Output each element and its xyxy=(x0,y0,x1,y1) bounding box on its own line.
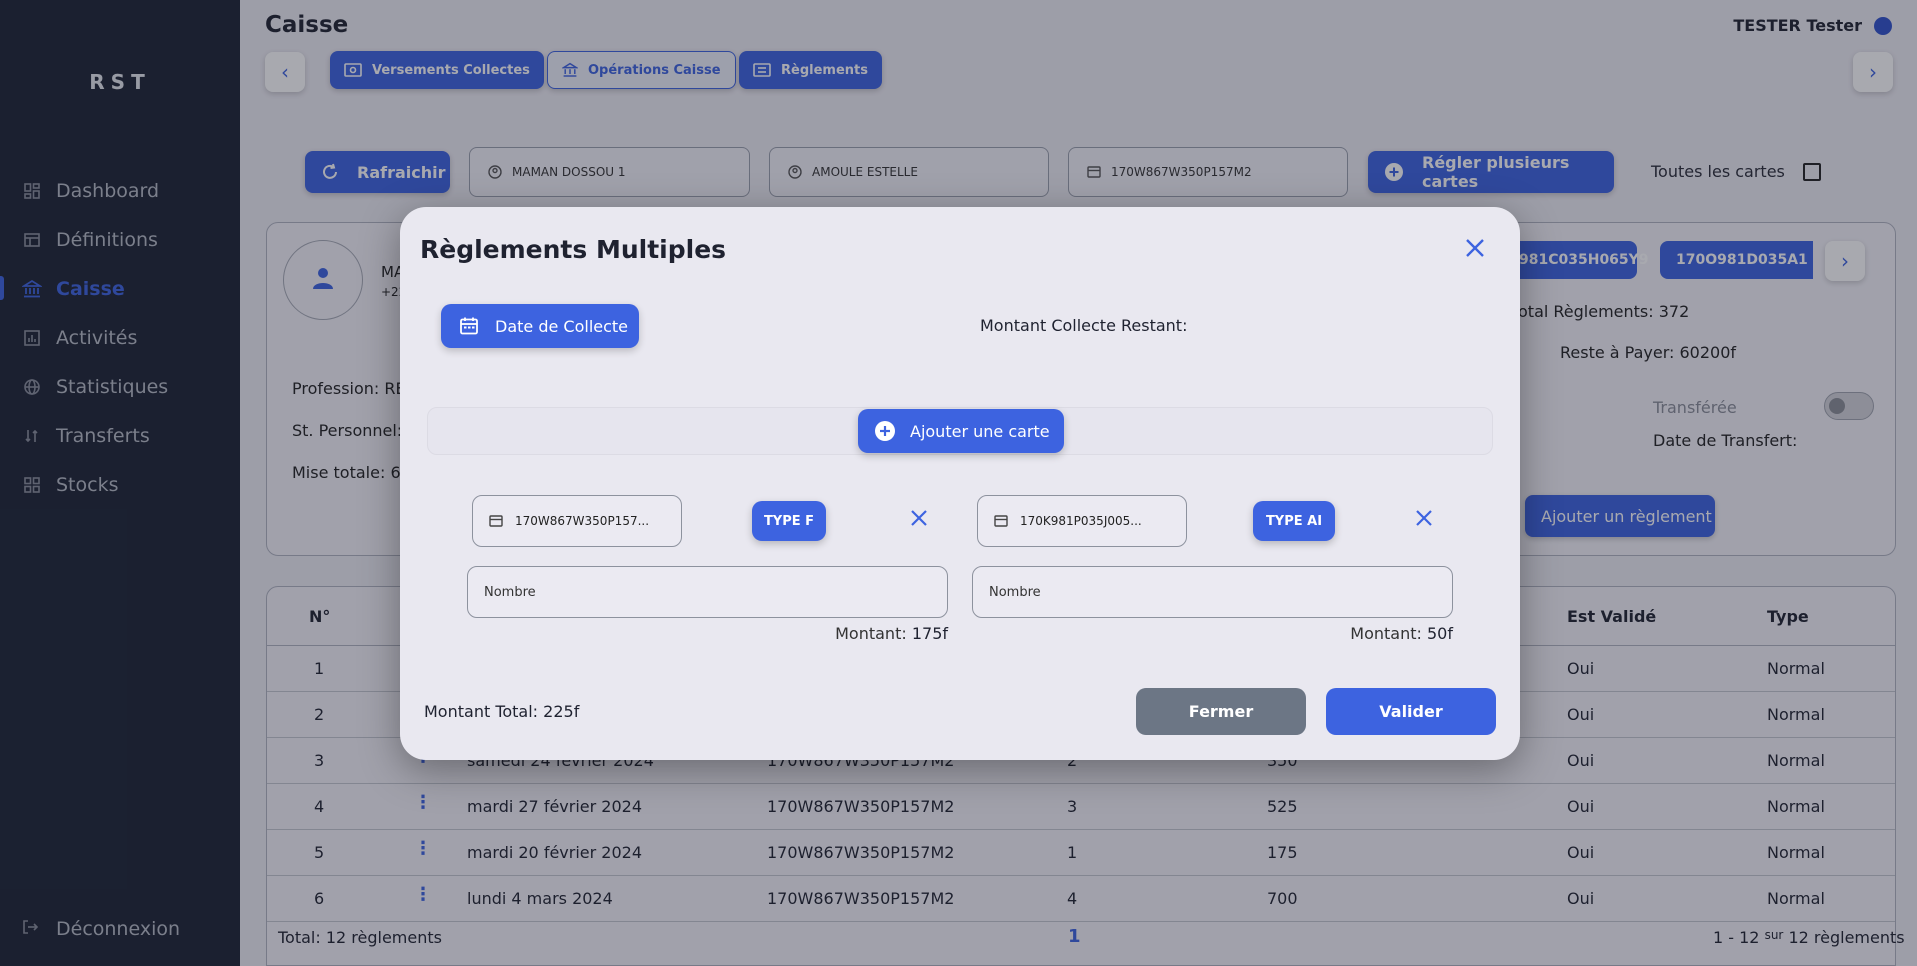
add-card-button[interactable]: Ajouter une carte xyxy=(858,409,1064,453)
montant-row: Montant: 50f xyxy=(1253,624,1453,643)
card-number: 170K981P035J005... xyxy=(1020,514,1142,528)
montant-total: Montant Total: 225f xyxy=(424,702,580,721)
fermer-button[interactable]: Fermer xyxy=(1136,688,1306,735)
card-field[interactable]: 170W867W350P157... xyxy=(472,495,682,547)
valider-button[interactable]: Valider xyxy=(1326,688,1496,735)
modal-title: Règlements Multiples xyxy=(420,235,727,264)
card-number: 170W867W350P157... xyxy=(515,514,650,528)
close-icon xyxy=(909,508,929,532)
close-icon xyxy=(1465,238,1485,262)
modal-close-button[interactable] xyxy=(1462,237,1488,263)
montant-label: Montant: xyxy=(1350,624,1422,643)
date-collecte-button[interactable]: Date de Collecte xyxy=(441,304,639,348)
montant-value: 50f xyxy=(1427,624,1453,643)
credit-card-icon xyxy=(994,515,1008,527)
card-field[interactable]: 170K981P035J005... xyxy=(977,495,1187,547)
card-type-button[interactable]: TYPE F xyxy=(752,501,826,541)
montant-restant-label: Montant Collecte Restant: xyxy=(980,316,1188,335)
nombre-input[interactable]: Nombre xyxy=(972,566,1453,618)
montant-row: Montant: 175f xyxy=(746,624,948,643)
date-collecte-label: Date de Collecte xyxy=(495,316,629,336)
add-card-label: Ajouter une carte xyxy=(910,421,1050,441)
nombre-input[interactable]: Nombre xyxy=(467,566,948,618)
remove-card-button[interactable] xyxy=(907,508,931,532)
plus-circle-icon xyxy=(874,420,896,442)
credit-card-icon xyxy=(489,515,503,527)
montant-value: 175f xyxy=(911,624,948,643)
multi-payment-modal: Règlements Multiples Date de Collecte Mo… xyxy=(400,207,1520,760)
remove-card-button[interactable] xyxy=(1412,508,1436,532)
calendar-icon xyxy=(459,316,479,336)
montant-label: Montant: xyxy=(835,624,907,643)
close-icon xyxy=(1414,508,1434,532)
card-type-button[interactable]: TYPE AI xyxy=(1253,501,1335,541)
